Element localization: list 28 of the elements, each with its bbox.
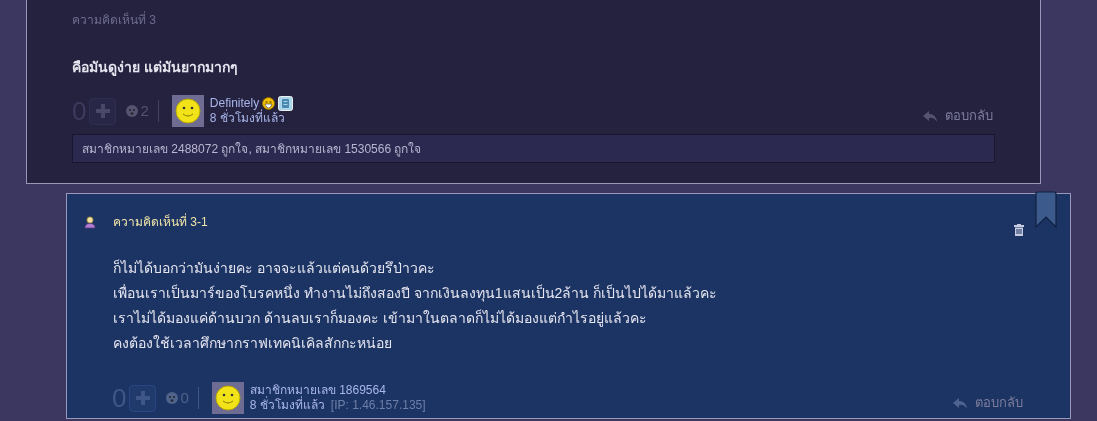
bookmark-icon[interactable] [1035, 191, 1057, 228]
post-time: 8 ชั่วโมงที่แล้ว [209, 111, 285, 126]
reply-icon[interactable] [953, 397, 967, 409]
reply-link[interactable]: ตอบกลับ [945, 106, 993, 126]
reply-text: เพื่อนเราเป็นมาร์ของโบรคหนึ่ง ทำงานไม่ถึงสองปี จากเงินลงทุน1แสนเป็น2ล้าน ก็เป็นไปได้มาแล้วคะ [113, 283, 719, 304]
likes-bar: สมาชิกหมายเลข 2488072 ถูกใจ, สมาชิกหมายเลข 1530566 ถูกใจ [72, 134, 995, 163]
face-icon[interactable] [166, 392, 179, 404]
smiley-avatar[interactable] [171, 95, 204, 127]
grin-icon [262, 97, 276, 110]
reply-text: คงต้องใช้เวลาศึกษากราฟเทคนิเคิลสักกะหน่อย [113, 334, 393, 353]
post-time: 8 ชั่วโมงที่แล้ว [249, 398, 325, 413]
comment-label: ความคิดเห็นที่ 3 [72, 11, 157, 29]
plus-icon [94, 103, 111, 119]
trash-icon[interactable] [1014, 224, 1024, 236]
smiley-avatar[interactable] [211, 382, 244, 414]
author-name[interactable]: Definitely [209, 96, 260, 111]
reply-icon[interactable] [923, 110, 937, 122]
plus-icon [134, 390, 151, 406]
ip-address: [IP: 1.46.157.135] [330, 398, 426, 413]
user-icon [84, 215, 96, 229]
face-icon[interactable] [126, 105, 139, 117]
plus-button[interactable] [129, 384, 157, 412]
badge-icon [278, 96, 294, 111]
reply-text: ก็ไม่ได้บอกว่ามันง่ายคะ อาจจะแล้วแต่คนด้วยรึป่าวคะ [113, 258, 436, 278]
plus-button[interactable] [89, 97, 117, 125]
reply-label: ความคิดเห็นที่ 3-1 [113, 213, 208, 231]
reply-text: เราไม่ได้มองแค่ด้านบวก ด้านลบเราก็มองคะ เข้ามาในตลาดก็ไม่ได้มองแต่กำไรอยู่แล้วคะ [113, 308, 648, 329]
comment-text: คือมันดูง่าย แต่มันยากมากๆ [72, 58, 239, 78]
